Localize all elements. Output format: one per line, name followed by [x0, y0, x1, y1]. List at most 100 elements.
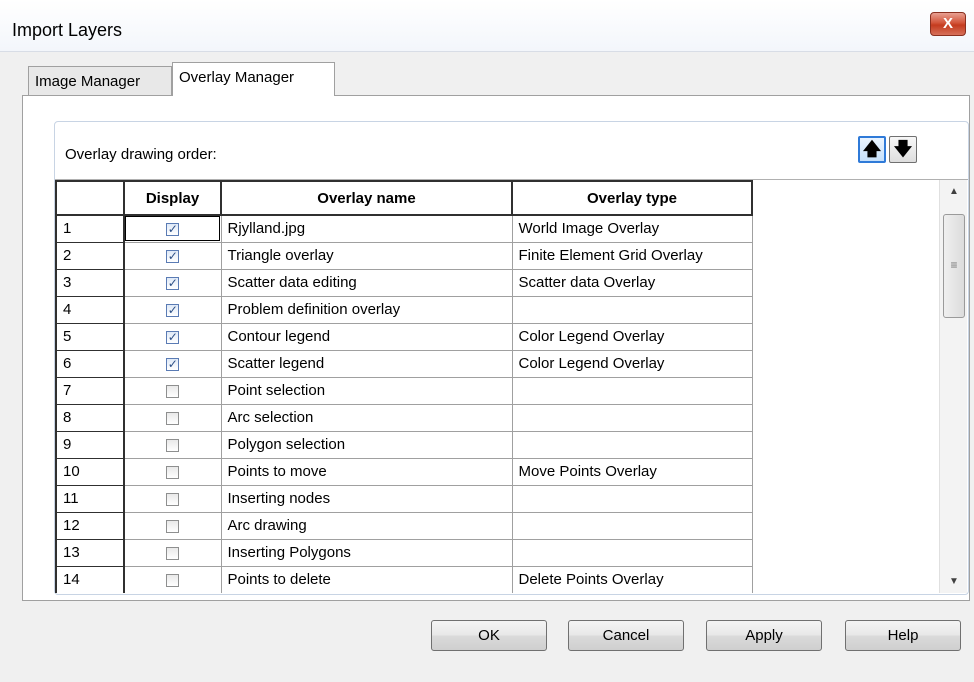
row-number[interactable]: 4: [55, 295, 125, 324]
display-cell[interactable]: [123, 403, 222, 432]
overlay-type-cell[interactable]: Scatter data Overlay: [511, 268, 753, 297]
overlay-name-cell[interactable]: Triangle overlay: [220, 241, 513, 270]
display-checkbox[interactable]: ✓: [166, 222, 180, 236]
table-row[interactable]: 10 Points to move Move Points Overlay: [55, 457, 887, 486]
vertical-scrollbar[interactable]: ▲ ≡ ▼: [939, 180, 967, 593]
close-button[interactable]: X: [930, 12, 966, 36]
display-cell[interactable]: [123, 511, 222, 540]
display-cell[interactable]: ✓: [123, 322, 222, 351]
table-row[interactable]: 3 ✓ Scatter data editing Scatter data Overl…: [55, 268, 887, 297]
overlay-name-cell[interactable]: Inserting nodes: [220, 484, 513, 513]
display-cell[interactable]: [123, 457, 222, 486]
display-checkbox[interactable]: [166, 384, 180, 398]
overlay-type-cell[interactable]: World Image Overlay: [511, 214, 753, 243]
display-checkbox[interactable]: ✓: [166, 303, 180, 317]
move-down-button[interactable]: 🡇: [889, 136, 917, 163]
overlay-name-cell[interactable]: Polygon selection: [220, 430, 513, 459]
display-cell[interactable]: [123, 376, 222, 405]
display-cell[interactable]: ✓: [123, 295, 222, 324]
display-checkbox[interactable]: [166, 519, 180, 533]
overlay-name-cell[interactable]: Arc selection: [220, 403, 513, 432]
row-number[interactable]: 8: [55, 403, 125, 432]
help-button[interactable]: Help: [845, 620, 961, 651]
table-row[interactable]: 14 Points to delete Delete Points Overlay: [55, 565, 887, 593]
overlay-name-cell[interactable]: Rjylland.jpg: [220, 214, 513, 243]
table-row[interactable]: 11 Inserting nodes: [55, 484, 887, 513]
scroll-down-icon[interactable]: ▼: [940, 570, 968, 593]
display-cell[interactable]: ✓: [123, 241, 222, 270]
overlay-type-cell[interactable]: Finite Element Grid Overlay: [511, 241, 753, 270]
row-number[interactable]: 1: [55, 214, 125, 243]
row-number[interactable]: 12: [55, 511, 125, 540]
overlay-type-cell[interactable]: [511, 295, 753, 324]
table-row[interactable]: 9 Polygon selection: [55, 430, 887, 459]
overlay-type-cell[interactable]: [511, 511, 753, 540]
table-row[interactable]: 8 Arc selection: [55, 403, 887, 432]
overlay-name-cell[interactable]: Scatter legend: [220, 349, 513, 378]
overlay-name-cell[interactable]: Inserting Polygons: [220, 538, 513, 567]
display-cell[interactable]: [123, 565, 222, 593]
display-checkbox[interactable]: ✓: [166, 249, 180, 263]
table-row[interactable]: 7 Point selection: [55, 376, 887, 405]
display-cell[interactable]: ✓: [123, 214, 222, 243]
table-row[interactable]: 5 ✓ Contour legend Color Legend Overlay: [55, 322, 887, 351]
display-cell[interactable]: ✓: [123, 268, 222, 297]
row-number[interactable]: 13: [55, 538, 125, 567]
row-number[interactable]: 2: [55, 241, 125, 270]
display-cell[interactable]: [123, 430, 222, 459]
overlay-name-cell[interactable]: Scatter data editing: [220, 268, 513, 297]
overlay-type-cell[interactable]: Delete Points Overlay: [511, 565, 753, 593]
tab-image-manager[interactable]: Image Manager: [28, 66, 172, 96]
move-up-button[interactable]: 🡅: [858, 136, 886, 163]
ok-button[interactable]: OK: [431, 620, 547, 651]
overlay-name-cell[interactable]: Point selection: [220, 376, 513, 405]
scroll-thumb[interactable]: ≡: [943, 214, 965, 318]
display-checkbox[interactable]: [166, 546, 180, 560]
column-header-overlay-name[interactable]: Overlay name: [220, 180, 513, 216]
display-checkbox[interactable]: [166, 465, 180, 479]
column-header-overlay-type[interactable]: Overlay type: [511, 180, 753, 216]
tab-overlay-manager[interactable]: Overlay Manager: [172, 62, 335, 96]
table-row[interactable]: 2 ✓ Triangle overlay Finite Element Grid Ov…: [55, 241, 887, 270]
table-row[interactable]: 1 ✓ Rjylland.jpg World Image Overlay: [55, 214, 887, 243]
overlay-type-cell[interactable]: [511, 376, 753, 405]
display-checkbox[interactable]: [166, 438, 180, 452]
display-cell[interactable]: ✓: [123, 349, 222, 378]
apply-button[interactable]: Apply: [706, 620, 822, 651]
display-cell[interactable]: [123, 484, 222, 513]
overlay-type-cell[interactable]: [511, 484, 753, 513]
scroll-up-icon[interactable]: ▲: [940, 180, 968, 204]
display-cell[interactable]: [123, 538, 222, 567]
overlay-type-cell[interactable]: Color Legend Overlay: [511, 322, 753, 351]
overlay-name-cell[interactable]: Points to delete: [220, 565, 513, 593]
overlay-name-cell[interactable]: Arc drawing: [220, 511, 513, 540]
column-header-display[interactable]: Display: [123, 180, 222, 216]
row-number[interactable]: 5: [55, 322, 125, 351]
overlay-name-cell[interactable]: Contour legend: [220, 322, 513, 351]
row-number[interactable]: 3: [55, 268, 125, 297]
row-number[interactable]: 7: [55, 376, 125, 405]
table-row[interactable]: 13 Inserting Polygons: [55, 538, 887, 567]
display-checkbox[interactable]: [166, 573, 180, 587]
overlay-name-cell[interactable]: Points to move: [220, 457, 513, 486]
row-number[interactable]: 14: [55, 565, 125, 593]
overlay-type-cell[interactable]: Color Legend Overlay: [511, 349, 753, 378]
display-checkbox[interactable]: ✓: [166, 357, 180, 371]
display-checkbox[interactable]: [166, 411, 180, 425]
table-row[interactable]: 4 ✓ Problem definition overlay: [55, 295, 887, 324]
table-row[interactable]: 6 ✓ Scatter legend Color Legend Overlay: [55, 349, 887, 378]
table-row[interactable]: 12 Arc drawing: [55, 511, 887, 540]
overlay-type-cell[interactable]: [511, 403, 753, 432]
overlay-type-cell[interactable]: [511, 538, 753, 567]
overlay-type-cell[interactable]: Move Points Overlay: [511, 457, 753, 486]
overlay-type-cell[interactable]: [511, 430, 753, 459]
cancel-button[interactable]: Cancel: [568, 620, 684, 651]
overlay-name-cell[interactable]: Problem definition overlay: [220, 295, 513, 324]
row-number[interactable]: 9: [55, 430, 125, 459]
row-number[interactable]: 10: [55, 457, 125, 486]
display-checkbox[interactable]: [166, 492, 180, 506]
row-number[interactable]: 6: [55, 349, 125, 378]
display-checkbox[interactable]: ✓: [166, 330, 180, 344]
row-number[interactable]: 11: [55, 484, 125, 513]
display-checkbox[interactable]: ✓: [166, 276, 180, 290]
